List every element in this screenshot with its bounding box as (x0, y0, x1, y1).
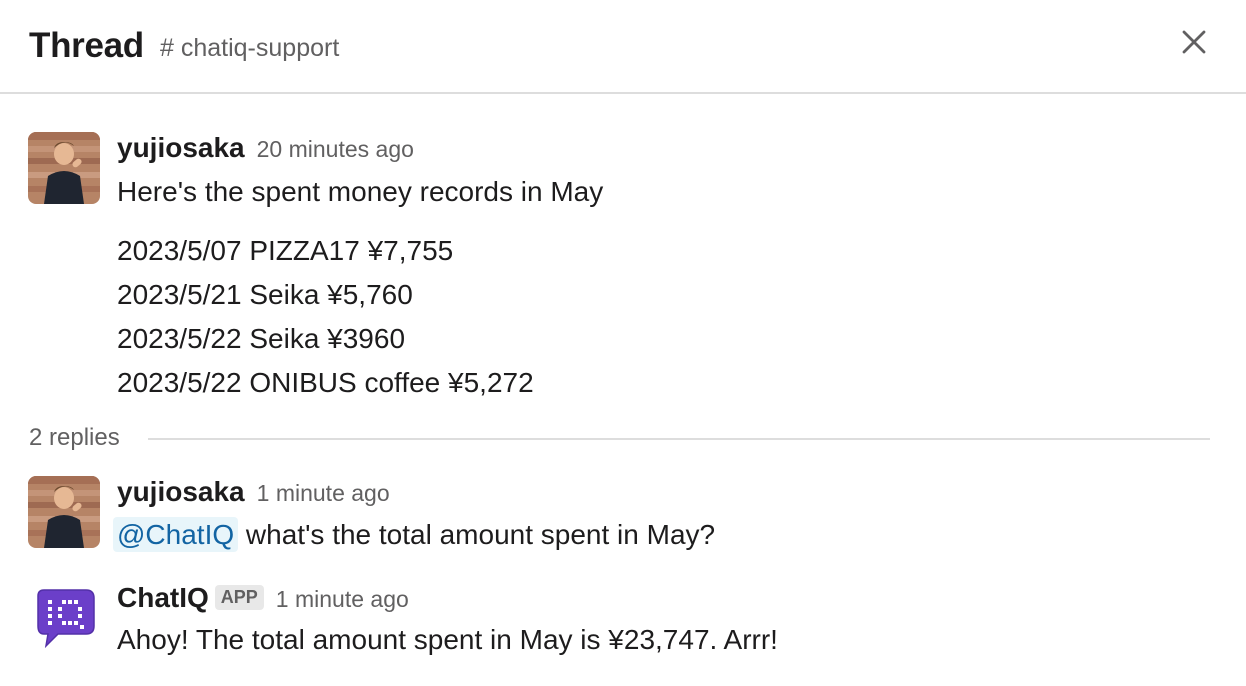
app-badge: APP (214, 585, 264, 610)
message-text: @ChatIQ what's the total amount spent in… (113, 517, 716, 552)
chatiq-logo-icon (37, 589, 95, 649)
message-text: Here's the spent money records in May (117, 176, 604, 207)
divider-line (148, 438, 1210, 440)
replies-count: 2 replies (29, 424, 120, 451)
record-line: 2023/5/07 PIZZA17 ¥7,755 (117, 235, 454, 266)
record-line: 2023/5/22 Seika ¥3960 (117, 323, 406, 354)
message-meta: yujiosaka 1 minute ago (117, 476, 390, 508)
user-avatar-photo (28, 476, 100, 548)
reply-message: ChatIQ APP 1 minute ago Ahoy! The total am… (0, 582, 1246, 662)
avatar[interactable] (28, 132, 100, 204)
user-mention[interactable]: @ChatIQ (113, 517, 239, 552)
reply-text: what's the total amount spent in May? (245, 519, 716, 550)
message-meta: ChatIQ APP 1 minute ago (117, 582, 409, 614)
timestamp[interactable]: 20 minutes ago (257, 136, 414, 162)
user-avatar-photo (28, 132, 100, 204)
author-name[interactable]: yujiosaka (117, 132, 245, 163)
close-button[interactable] (1172, 22, 1216, 66)
thread-title: Thread (29, 26, 144, 65)
parent-message: yujiosaka 20 minutes ago Here's the spent… (0, 130, 1246, 410)
author-name[interactable]: yujiosaka (117, 476, 245, 507)
avatar[interactable] (28, 476, 100, 548)
record-line: 2023/5/21 Seika ¥5,760 (117, 279, 413, 310)
message-text: Ahoy! The total amount spent in May is ¥… (117, 624, 778, 655)
close-icon (1182, 30, 1206, 54)
timestamp[interactable]: 1 minute ago (257, 480, 390, 506)
channel-link[interactable]: # chatiq-support (160, 34, 339, 63)
message-meta: yujiosaka 20 minutes ago (117, 132, 414, 164)
reply-message: yujiosaka 1 minute ago @ChatIQ what's the… (0, 475, 1246, 555)
bot-avatar[interactable] (28, 582, 100, 654)
timestamp[interactable]: 1 minute ago (276, 586, 409, 612)
author-name[interactable]: ChatIQ (117, 582, 209, 613)
thread-header: Thread # chatiq-support (0, 0, 1246, 94)
record-line: 2023/5/22 ONIBUS coffee ¥5,272 (117, 367, 534, 398)
replies-divider: 2 replies (29, 424, 1210, 454)
